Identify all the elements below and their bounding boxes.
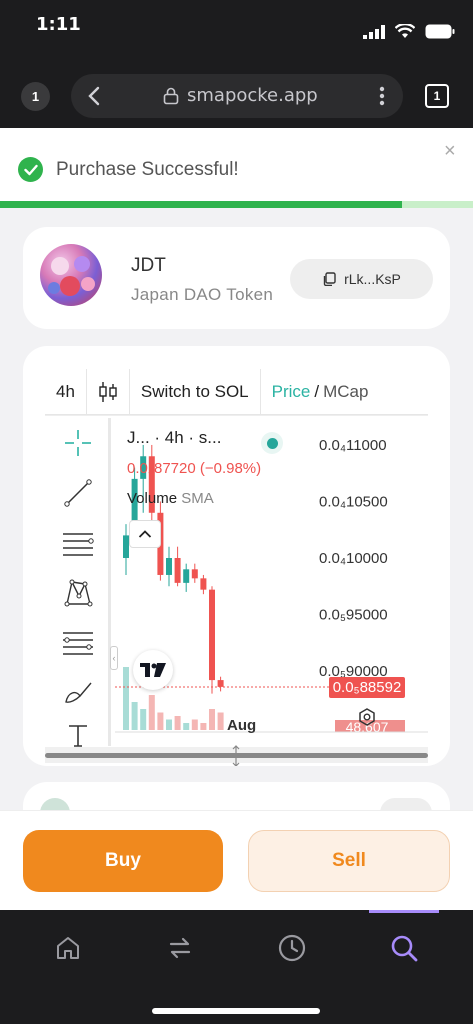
crosshair-icon[interactable]: [61, 426, 95, 460]
buy-button[interactable]: Buy: [23, 830, 223, 892]
volume-bar: [166, 719, 172, 730]
browser-chrome: 1:11 1 smapocke.app 1: [0, 0, 473, 128]
candlestick-icon: [99, 381, 117, 402]
url-text: smapocke.app: [187, 85, 318, 106]
tab-group-badge[interactable]: 1: [21, 82, 50, 111]
nav-search[interactable]: [382, 930, 426, 966]
battery-icon: [425, 24, 455, 39]
legend-change: 0.0₄87720 (−0.98%): [127, 460, 262, 477]
signal-icon: [363, 24, 385, 39]
candle-body: [166, 558, 172, 575]
tradingview-icon: [140, 663, 166, 677]
brush-icon[interactable]: [61, 676, 95, 710]
collapse-legend-button[interactable]: [129, 520, 161, 548]
switch-currency-button[interactable]: Switch to SOL: [130, 369, 261, 414]
volume-legend-label: Volume: [127, 490, 178, 507]
chart-toolbar: 4h Switch to SOL Price / MCap: [45, 369, 428, 415]
more-vertical-icon[interactable]: [379, 86, 385, 106]
token-card: JDT Japan DAO Token rLk...KsP: [23, 227, 450, 329]
token-avatar: [40, 244, 102, 306]
nav-active-indicator: [369, 910, 439, 913]
y-tick-label: 0.0₄10000: [319, 550, 388, 567]
token-symbol: JDT: [131, 255, 166, 276]
candle-body: [191, 569, 198, 579]
volume-bar: [209, 709, 215, 730]
check-circle-icon: [18, 157, 43, 182]
volume-bar: [123, 667, 129, 730]
volume-bar: [157, 712, 164, 730]
x-tick-label: Aug: [227, 717, 256, 734]
expand-toolbar-handle[interactable]: ‹: [110, 646, 118, 670]
volume-bar: [200, 723, 207, 730]
volume-bar: [191, 719, 198, 730]
last-price-tag: 0.0₅88592: [333, 679, 402, 696]
mcap-toggle[interactable]: MCap: [323, 382, 368, 402]
success-toast: Purchase Successful! ×: [0, 128, 473, 208]
back-icon[interactable]: [85, 84, 105, 108]
swap-icon: [169, 937, 191, 959]
search-icon: [391, 935, 418, 962]
candle-body: [209, 589, 215, 681]
y-axis: 0.0₄110000.0₄105000.0₄100000.0₅950000.0₅…: [319, 437, 388, 680]
close-icon[interactable]: ×: [444, 140, 456, 163]
nav-history[interactable]: [270, 930, 314, 966]
resize-vertical-icon: [232, 745, 240, 766]
toggle-separator: /: [314, 381, 320, 401]
copy-icon: [323, 272, 336, 286]
history-icon: [278, 934, 306, 962]
nav-home[interactable]: [46, 930, 90, 966]
price-chart[interactable]: 0.0₄11000 0.0₄10500 0.0₄10000 0.0₅95000 0.0₅…: [110, 418, 428, 746]
home-icon: [57, 937, 79, 959]
legend-title: J... · 4h · s...: [127, 428, 222, 447]
token-address: rLk...KsP: [344, 271, 401, 287]
horizontal-lines-icon[interactable]: [61, 526, 95, 560]
tradingview-logo[interactable]: [133, 650, 173, 690]
toast-progress-track: [0, 201, 473, 208]
token-name: Japan DAO Token: [131, 285, 274, 304]
chart-card: 4h Switch to SOL Price / MCap 0.0₄11000 …: [23, 346, 450, 766]
y-tick-label: 0.0₄10500: [319, 493, 388, 510]
copy-address-button[interactable]: rLk...KsP: [290, 259, 433, 299]
fib-retracement-icon[interactable]: [61, 626, 95, 660]
y-tick-label: 0.0₅95000: [319, 607, 388, 624]
volume-bar: [148, 695, 155, 730]
volume-bar: [183, 723, 190, 730]
volume-bar: [140, 709, 147, 730]
volume-bar: [131, 702, 138, 730]
home-indicator: [152, 1008, 320, 1014]
address-bar[interactable]: smapocke.app: [71, 74, 403, 118]
lock-icon: [163, 87, 179, 105]
toast-message: Purchase Successful!: [56, 159, 239, 180]
nav-swap[interactable]: [158, 930, 202, 966]
candle-body: [217, 680, 224, 687]
candle-body: [183, 569, 190, 583]
tabs-button[interactable]: 1: [425, 84, 449, 108]
pattern-icon[interactable]: [61, 576, 95, 610]
volume-bar: [217, 712, 224, 730]
candle-style-button[interactable]: [87, 369, 130, 414]
trend-line-icon[interactable]: [61, 476, 95, 510]
sma-legend-label: SMA: [181, 490, 214, 507]
sell-button[interactable]: Sell: [248, 830, 450, 892]
volume-bar: [174, 716, 181, 730]
price-toggle[interactable]: Price: [261, 369, 311, 414]
toast-progress-fill: [0, 201, 403, 208]
live-indicator: [261, 432, 283, 454]
candle-body: [174, 558, 181, 583]
interval-selector[interactable]: 4h: [45, 369, 87, 414]
status-time: 1:11: [36, 14, 81, 35]
chevron-up-icon: [138, 530, 152, 538]
drawing-toolbar: [45, 418, 111, 747]
volume-tag: 48.607: [346, 719, 389, 735]
candle-body: [200, 578, 207, 590]
wifi-icon: [395, 24, 415, 38]
chart-resize-handle[interactable]: [45, 745, 428, 766]
volume-legend: Volume SMA: [127, 490, 214, 507]
bottom-nav: [0, 910, 473, 1024]
y-tick-label: 0.0₄11000: [319, 437, 387, 454]
system-status-icons: [363, 24, 455, 39]
trade-action-bar: Buy Sell: [0, 810, 473, 910]
